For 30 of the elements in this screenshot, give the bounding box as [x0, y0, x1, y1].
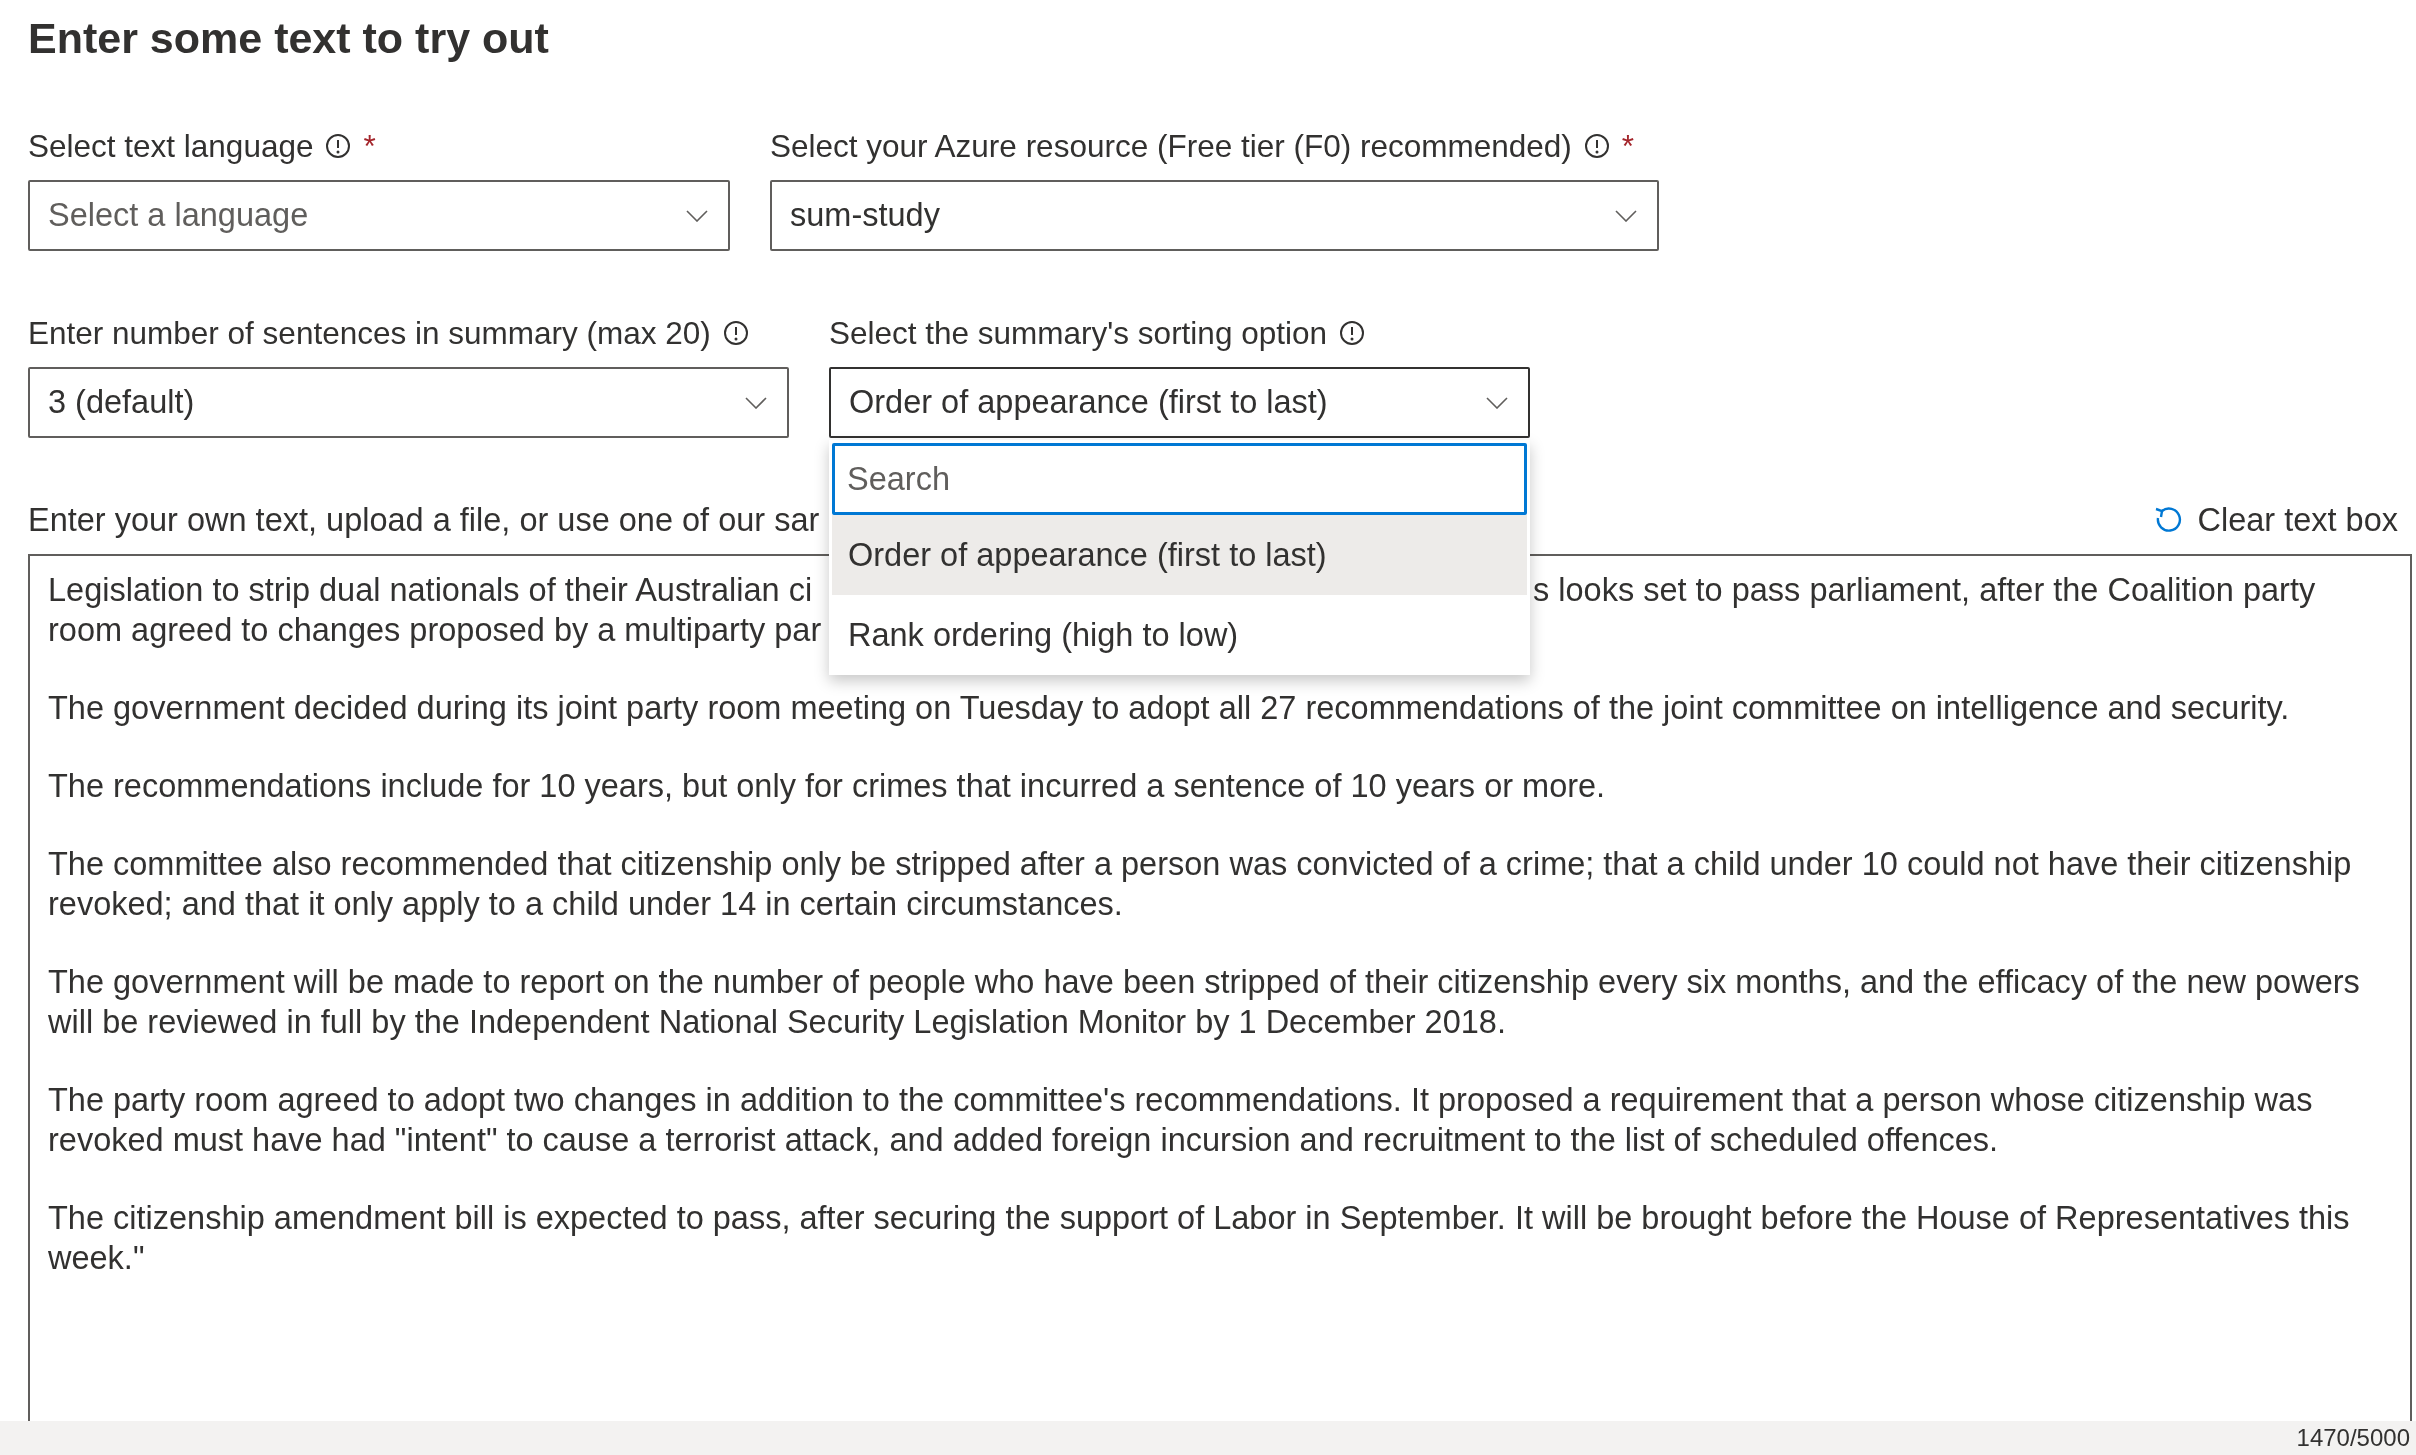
chevron-down-icon: [745, 396, 767, 409]
field-label: Select the summary's sorting option: [829, 315, 1327, 351]
clear-text-button[interactable]: Clear text box: [2153, 495, 2398, 545]
field-label: Select text language: [28, 128, 314, 164]
undo-arrow-icon: [2153, 505, 2184, 535]
character-counter: 1470/5000: [0, 1421, 2416, 1455]
paragraph: The recommendations include for 10 years, but only for crimes that incurred a sentence of 10 years or more.: [48, 767, 1607, 806]
dropdown[interactable]: sum-study: [770, 180, 1659, 251]
paragraph: The committee also recommended that citizenship only be stripped after a person was convicted of a crime; that a child under 10 could not have their citizenship revoked; and that it only apply to a child under 14 in certain circumstances.: [48, 845, 2353, 924]
dropdown[interactable]: Order of appearance (first to last): [829, 367, 1530, 438]
dropdown[interactable]: Select a language: [28, 180, 730, 251]
text-fragment: room agreed to changes proposed by a multiparty par: [48, 611, 823, 650]
chevron-down-icon: [1615, 209, 1637, 222]
text-fragment: Legislation to strip dual nationals of their Australian ci: [48, 571, 814, 610]
search-field[interactable]: Search: [832, 443, 1527, 515]
chevron-down-icon: [686, 209, 708, 222]
dropdown-option[interactable]: Order of appearance (first to last): [832, 515, 1527, 595]
field-label: Enter number of sentences in summary (max 20): [28, 315, 711, 351]
paragraph: The government will be made to report on the number of people who have been stripped of their citizenship every six months, and the efficacy of the new powers will be reviewed in full by the Independent National Security Legislation Monitor by 1 December 2018.: [48, 963, 2361, 1042]
required-mark: *: [1621, 128, 1635, 164]
text-fragment: s looks set to pass parliament, after the Coalition party: [1533, 571, 2316, 610]
text-input-label: Enter your own text, upload a file, or use one of our sar: [28, 500, 820, 540]
paragraph: The government decided during its joint party room meeting on Tuesday to adopt all 27 recommendations of the joint committee on intelligence and security.: [48, 689, 2291, 728]
page-title: Enter some text to try out: [28, 14, 550, 62]
field-label: Select your Azure resource (Free tier (F0) recommended): [770, 128, 1572, 164]
chevron-down-icon: [1486, 396, 1508, 409]
required-mark: *: [363, 128, 376, 164]
paragraph: The citizenship amendment bill is expected to pass, after securing the support of Labor in September. It will be brought before the House of Representatives this week.": [48, 1199, 2351, 1278]
paragraph: The party room agreed to adopt two changes in addition to the committee's recommendations. It proposed a requirement that a person whose citizenship was revoked must have had "intent" to cause a terrorist attack, and added foreign incursion and recruitment to the list of scheduled offences.: [48, 1081, 2314, 1160]
dropdown[interactable]: 3 (default): [28, 367, 789, 438]
